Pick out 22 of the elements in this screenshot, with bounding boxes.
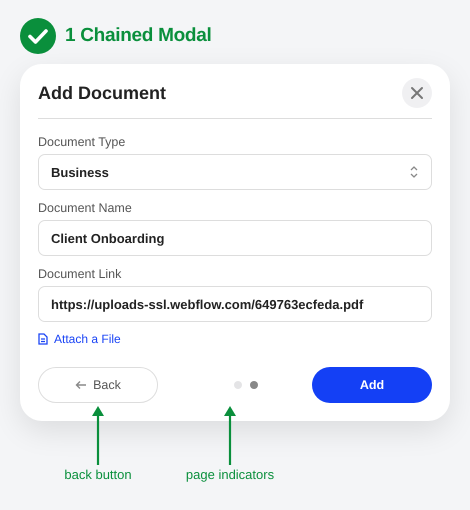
document-icon [38, 333, 48, 345]
input-field[interactable]: https://uploads-ssl.webflow.com/649763ecfeda.pdf [38, 286, 432, 322]
input-field[interactable]: Client Onboarding [38, 220, 432, 256]
arrow [92, 406, 104, 466]
page-dot[interactable] [234, 381, 242, 389]
field-label: Document Type [38, 135, 126, 149]
annotation-label: back button [64, 467, 132, 482]
arrow [224, 406, 236, 466]
close-icon [410, 86, 424, 100]
select-field[interactable]: Business [38, 154, 432, 190]
add-button[interactable]: Add [312, 367, 432, 403]
annotation-label: page indicators [186, 467, 274, 482]
back-button[interactable]: Back [38, 367, 158, 403]
attach-link[interactable]: Attach a File [38, 332, 121, 346]
page-dot[interactable] [250, 381, 258, 389]
section-heading: 1 Chained Modal [65, 25, 212, 47]
field-label: Document Link [38, 267, 122, 281]
arrow-left-icon [75, 380, 88, 390]
field-label: Document Name [38, 201, 133, 215]
close-button[interactable] [402, 78, 432, 108]
chevrons-icon [409, 164, 419, 180]
modal-title: Add Document [38, 82, 166, 104]
